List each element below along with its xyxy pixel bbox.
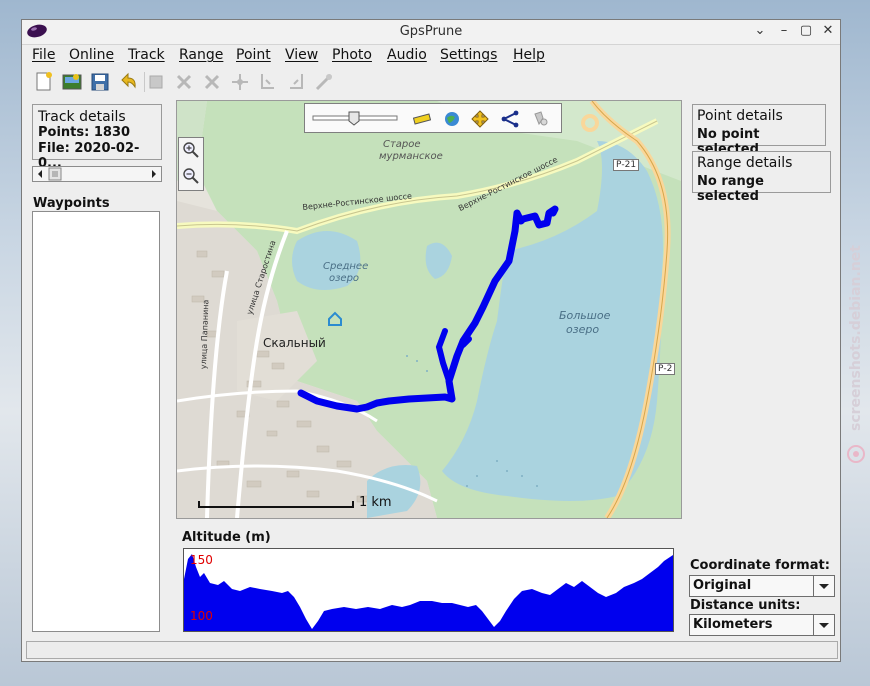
menu-settings[interactable]: Settings xyxy=(440,47,497,63)
map-label-srednee: Среднее xyxy=(323,261,369,272)
menu-view[interactable]: View xyxy=(285,47,318,63)
track-details-box: Track details Points: 1830 File: 2020-02… xyxy=(32,104,162,171)
map-view[interactable]: Старое мурманское Среднее озеро Большое … xyxy=(176,100,682,519)
range-details-title: Range details xyxy=(697,155,793,171)
map-label-staroe: Старое xyxy=(383,139,421,150)
map-label-r21: Р-21 xyxy=(613,159,640,171)
track-details-title: Track details xyxy=(38,109,126,125)
point-details-title: Point details xyxy=(697,108,783,124)
coordinate-format-value: Original xyxy=(693,578,752,593)
altitude-chart[interactable]: 150 100 xyxy=(183,548,674,632)
waypoints-label: Waypoints xyxy=(33,196,110,211)
chevron-down-icon[interactable] xyxy=(813,615,834,635)
distance-units-label: Distance units: xyxy=(690,598,801,613)
menu-online[interactable]: Online xyxy=(69,47,114,63)
title-bar: GpsPrune ⌄ – ▢ ✕ xyxy=(22,20,840,45)
menu-track[interactable]: Track xyxy=(128,47,165,63)
track-points-count: Points: 1830 xyxy=(38,125,131,140)
collapse-icon[interactable]: ⌄ xyxy=(752,23,768,39)
map-label-skalny: Скальный xyxy=(263,336,326,350)
coordinate-format-label: Coordinate format: xyxy=(690,558,830,573)
menu-point[interactable]: Point xyxy=(236,47,271,63)
minimize-icon[interactable]: – xyxy=(776,23,792,39)
app-window: GpsPrune ⌄ – ▢ ✕ File Online Track Range… xyxy=(21,19,841,662)
zoom-out-icon[interactable] xyxy=(182,167,200,185)
track-scrollbar[interactable] xyxy=(32,166,162,182)
distance-units-select[interactable]: Kilometers xyxy=(689,614,835,636)
altitude-title: Altitude (m) xyxy=(182,530,271,545)
map-tiles-icon[interactable] xyxy=(443,110,461,128)
range-details-status: No range selected xyxy=(697,174,764,204)
altitude-panel: Altitude (m) 150 100 xyxy=(177,526,680,634)
status-bar xyxy=(26,641,838,659)
map-label-ozero1: озеро xyxy=(329,273,360,284)
open-photo-icon[interactable] xyxy=(60,70,84,94)
toolbar xyxy=(24,68,840,98)
waypoints-list[interactable] xyxy=(32,211,160,632)
delete-range-icon xyxy=(204,74,220,90)
altitude-max-label: 150 xyxy=(190,553,213,567)
chevron-down-icon[interactable] xyxy=(813,576,834,596)
new-file-icon[interactable] xyxy=(32,70,56,94)
connect-points-icon[interactable] xyxy=(501,110,519,128)
coordinate-format-select[interactable]: Original xyxy=(689,575,835,597)
watermark-text: screenshots.debian.net xyxy=(848,245,864,431)
map-scale-label: 1 km xyxy=(359,495,392,510)
zoom-in-icon[interactable] xyxy=(182,141,200,159)
scale-toggle-icon[interactable] xyxy=(413,110,431,128)
menu-file[interactable]: File xyxy=(32,47,55,63)
watermark: screenshots.debian.net xyxy=(846,230,866,470)
menu-audio[interactable]: Audio xyxy=(387,47,427,63)
altitude-min-label: 100 xyxy=(190,609,213,623)
undo-icon[interactable] xyxy=(116,70,140,94)
map-control-strip xyxy=(304,103,562,133)
move-map-icon[interactable] xyxy=(471,110,489,128)
waypoint-toggle-icon[interactable] xyxy=(531,110,549,128)
map-label-ozero2: озеро xyxy=(566,323,600,336)
debian-swirl-icon xyxy=(847,445,865,463)
menu-photo[interactable]: Photo xyxy=(332,47,372,63)
map-label-bolshoe: Большое xyxy=(559,309,611,322)
point-details-box: Point details No point selected xyxy=(692,104,826,157)
maximize-icon[interactable]: ▢ xyxy=(798,23,814,39)
set-range-start-icon xyxy=(261,74,274,89)
save-icon[interactable] xyxy=(88,70,112,94)
menu-help[interactable]: Help xyxy=(513,47,545,63)
map-zoom-controls xyxy=(178,137,204,191)
delete-point-icon xyxy=(176,74,192,90)
menu-bar: File Online Track Range Point View Photo… xyxy=(22,44,840,66)
map-label-murmanskoe: мурманское xyxy=(379,151,443,162)
map-label-r2: Р-2 xyxy=(655,363,676,375)
edit-point-icon xyxy=(149,75,163,89)
distance-units-value: Kilometers xyxy=(693,617,773,632)
range-details-box: Range details No range selected xyxy=(692,151,831,204)
transparency-slider[interactable] xyxy=(311,110,401,126)
close-icon[interactable]: ✕ xyxy=(820,23,836,39)
menu-range[interactable]: Range xyxy=(179,47,223,63)
set-range-end-icon xyxy=(290,74,303,89)
crop-track-icon xyxy=(232,74,248,90)
window-title: GpsPrune xyxy=(399,24,463,39)
connect-photo-icon xyxy=(315,73,333,91)
altitude-profile-plot xyxy=(184,554,673,631)
